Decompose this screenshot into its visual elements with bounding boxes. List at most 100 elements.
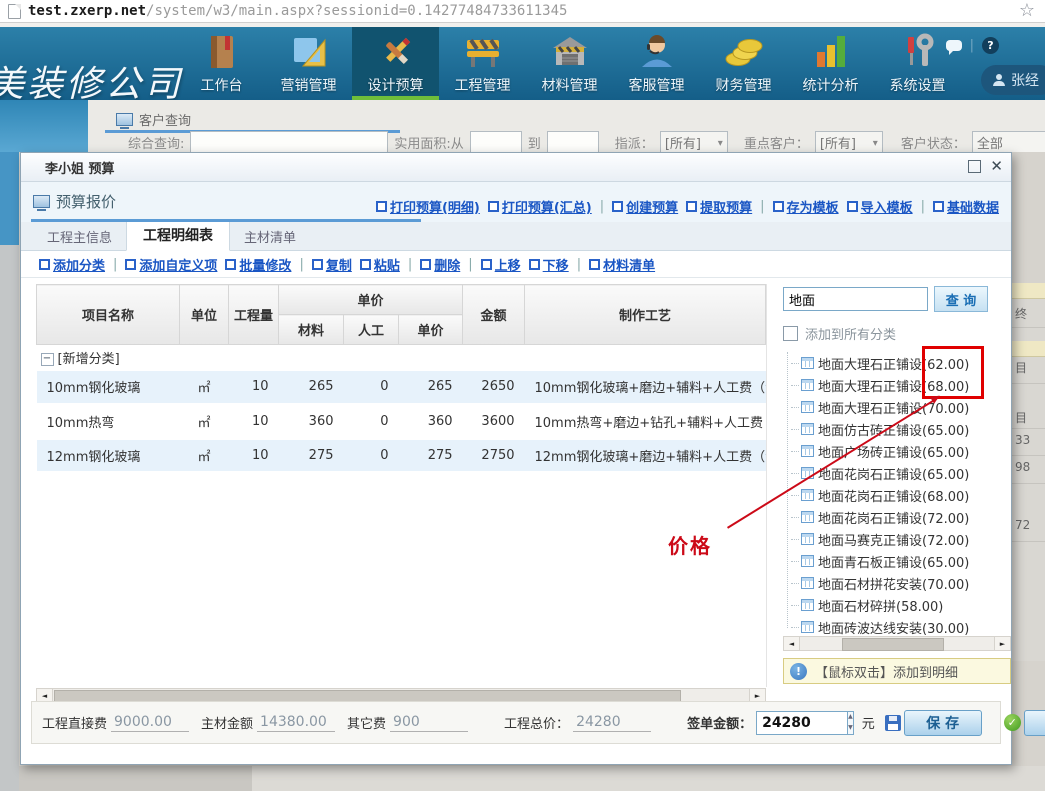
- paste-link[interactable]: 粘贴: [360, 255, 400, 274]
- list-item[interactable]: 地面马赛克正铺设(72.00): [791, 528, 1011, 550]
- close-icon[interactable]: [990, 157, 1003, 175]
- nav-item-customer-service[interactable]: 客服管理: [613, 27, 700, 100]
- add-custom-item-link[interactable]: 添加自定义项: [125, 255, 217, 274]
- import-template-link[interactable]: 导入模板: [847, 197, 913, 216]
- background-left-lower: [0, 245, 19, 791]
- section-title-wrap: 预算报价: [33, 191, 116, 212]
- vip-select[interactable]: [所有]: [815, 131, 883, 152]
- double-click-hint: 【鼠标双击】添加到明细: [783, 658, 1011, 684]
- tab-main-materials[interactable]: 主材清单: [230, 222, 310, 250]
- direct-fee-label: 工程直接费: [42, 713, 107, 732]
- extract-budget-link[interactable]: 提取预算: [686, 197, 752, 216]
- nav-item-finance[interactable]: 财务管理: [700, 27, 787, 100]
- spin-up-icon[interactable]: [848, 712, 853, 723]
- link-square-icon: [488, 201, 499, 212]
- area-from-input[interactable]: [470, 131, 522, 152]
- list-item[interactable]: 地面花岗石正铺设(68.00): [791, 484, 1011, 506]
- copy-link[interactable]: 复制: [312, 255, 352, 274]
- url-text: test.zxerp.net/system/w3/main.aspx?sessi…: [28, 3, 567, 19]
- link-square-icon: [225, 259, 236, 270]
- base-data-link[interactable]: 基础数据: [933, 197, 999, 216]
- nav-item-workbench[interactable]: 工作台: [178, 27, 265, 100]
- table-row[interactable]: 12mm钢化玻璃 ㎡ 10 275 0 275 2750 12mm钢化玻璃+磨边…: [37, 439, 766, 473]
- list-item[interactable]: 地面砖波达线安装(30.00): [791, 616, 1011, 638]
- browser-address-bar[interactable]: test.zxerp.net/system/w3/main.aspx?sessi…: [0, 0, 1045, 23]
- customer-filter-row: 综合查询: 实用面积:从 到 指派： [所有] 重点客户： [所有] 客户状态：…: [128, 131, 1045, 152]
- link-square-icon: [360, 259, 371, 270]
- tab-project-main-info[interactable]: 工程主信息: [33, 222, 126, 250]
- user-name: 张经: [1011, 70, 1039, 90]
- bookmark-star-icon[interactable]: [1019, 0, 1035, 21]
- batch-edit-link[interactable]: 批量修改: [225, 255, 291, 274]
- chat-bubble-icon[interactable]: [946, 40, 962, 51]
- footer-buttons: 保 存 签 单: [885, 710, 1045, 736]
- link-square-icon: [312, 259, 323, 270]
- delete-link[interactable]: 删除: [420, 255, 460, 274]
- scroll-right-icon[interactable]: [994, 637, 1010, 650]
- nav-item-marketing[interactable]: 营销管理: [265, 27, 352, 100]
- nav-item-materials[interactable]: 材料管理: [526, 27, 613, 100]
- dialog-titlebar[interactable]: 李小姐 预算: [21, 153, 1011, 182]
- background-customer-query: 客户查询 综合查询: 实用面积:从 到 指派： [所有] 重点客户： [所有] …: [88, 100, 1045, 152]
- add-to-all-checkbox[interactable]: [783, 326, 798, 341]
- dialog-links: 打印预算(明细) 打印预算(汇总) 创建预算 提取预算 存为模板 导入模板 基础…: [372, 197, 1003, 216]
- support-agent-icon: [637, 32, 677, 72]
- main-material-label: 主材金额: [201, 713, 253, 732]
- scroll-left-icon[interactable]: [784, 637, 800, 650]
- detail-table: 项目名称 单位 工程量 单价 金额 制作工艺 材料 人工 单价: [36, 284, 767, 687]
- search-button[interactable]: 查 询: [934, 286, 988, 312]
- link-square-icon: [481, 259, 492, 270]
- url-domain: test.zxerp.net: [28, 3, 146, 19]
- link-square-icon: [420, 259, 431, 270]
- collapse-icon[interactable]: [41, 353, 54, 366]
- print-budget-summary-link[interactable]: 打印预算(汇总): [488, 197, 592, 216]
- scrollbar-thumb[interactable]: [842, 638, 944, 651]
- sign-amount-stepper[interactable]: [847, 711, 854, 735]
- minimize-icon[interactable]: [968, 160, 981, 173]
- tab-project-detail[interactable]: 工程明细表: [126, 218, 230, 251]
- list-item[interactable]: 地面青石板正铺设(65.00): [791, 550, 1011, 572]
- table-group-row[interactable]: [新增分类]: [37, 345, 766, 371]
- list-item[interactable]: 地面花岗石正铺设(65.00): [791, 462, 1011, 484]
- assign-select[interactable]: [所有]: [660, 131, 728, 152]
- list-item[interactable]: 地面石材碎拼(58.00): [791, 594, 1011, 616]
- table-row[interactable]: 10mm热弯 ㎡ 10 360 0 360 3600 10mm热弯+磨边+钻孔+…: [37, 405, 766, 439]
- add-category-link[interactable]: 添加分类: [39, 255, 105, 274]
- set-square-icon: [289, 32, 329, 72]
- customer-query-tab[interactable]: 客户查询: [116, 110, 191, 129]
- list-item[interactable]: 地面大理石正铺设(70.00): [791, 396, 1011, 418]
- annotation-label: 价格: [668, 530, 712, 559]
- nav-item-engineering[interactable]: 工程管理: [439, 27, 526, 100]
- query-input[interactable]: [190, 131, 388, 152]
- help-icon[interactable]: ?: [982, 37, 999, 54]
- currency-unit-label: 元: [862, 713, 875, 732]
- sign-amount-input[interactable]: [756, 711, 847, 735]
- total-price-value: 24280: [573, 714, 651, 732]
- background-sidebar: [0, 100, 88, 152]
- area-to-input[interactable]: [547, 131, 599, 152]
- search-input[interactable]: [783, 287, 928, 311]
- list-item[interactable]: 地面广场砖正铺设(65.00): [791, 440, 1011, 462]
- spin-down-icon[interactable]: [848, 723, 853, 734]
- nav-item-design-budget[interactable]: 设计预算: [352, 27, 439, 100]
- list-item[interactable]: 地面花岗石正铺设(72.00): [791, 506, 1011, 528]
- sign-button[interactable]: 签 单: [1024, 710, 1045, 736]
- move-up-link[interactable]: 上移: [481, 255, 521, 274]
- main-material-value: 14380.00: [257, 714, 335, 732]
- user-badge[interactable]: 张经: [981, 65, 1045, 95]
- table-icon: [801, 599, 814, 611]
- table-row[interactable]: 10mm钢化玻璃 ㎡ 10 265 0 265 2650 10mm钢化玻璃+磨边…: [37, 371, 766, 405]
- move-down-link[interactable]: 下移: [529, 255, 569, 274]
- area-label: 实用面积:从: [394, 133, 463, 152]
- nav-item-statistics[interactable]: 统计分析: [787, 27, 874, 100]
- create-budget-link[interactable]: 创建预算: [612, 197, 678, 216]
- col-header-unit-price: 单价: [399, 315, 463, 345]
- material-list-link[interactable]: 材料清单: [589, 255, 655, 274]
- nav-separator: |: [970, 38, 974, 53]
- panel-horizontal-scrollbar[interactable]: [783, 636, 1011, 651]
- save-button[interactable]: 保 存: [904, 710, 982, 736]
- save-as-template-link[interactable]: 存为模板: [773, 197, 839, 216]
- list-item[interactable]: 地面石材拼花安装(70.00): [791, 572, 1011, 594]
- status-select[interactable]: 全部: [972, 131, 1045, 152]
- print-budget-detail-link[interactable]: 打印预算(明细): [376, 197, 480, 216]
